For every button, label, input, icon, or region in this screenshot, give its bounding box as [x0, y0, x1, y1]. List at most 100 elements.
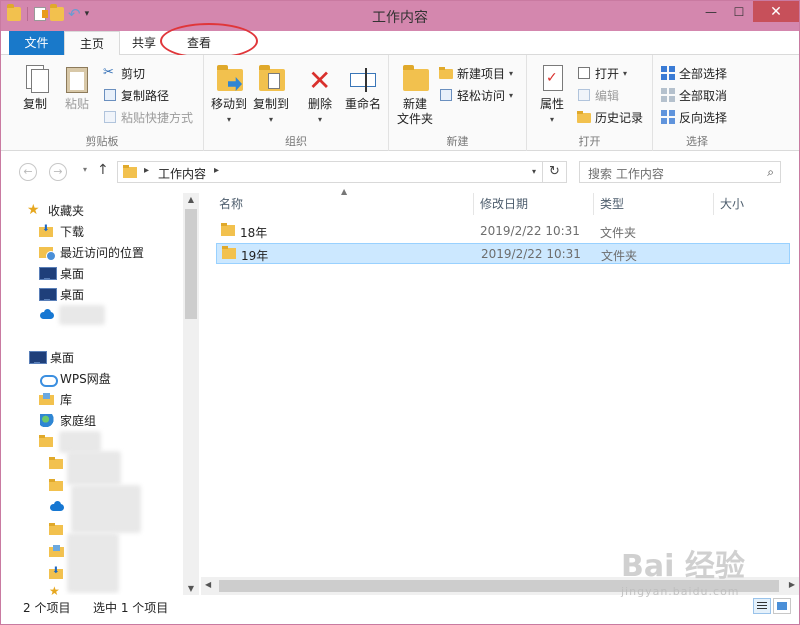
select-none-button[interactable]: 全部取消	[661, 85, 727, 105]
tree-label: 收藏夹	[48, 203, 85, 218]
invert-selection-button[interactable]: 反向选择	[661, 107, 727, 127]
delete-button[interactable]: ✕ 删除 ▾	[302, 63, 338, 127]
column-divider[interactable]	[593, 193, 594, 215]
scroll-left-icon[interactable]: ◀	[205, 580, 211, 589]
tree-label: 桌面	[50, 350, 75, 365]
copy-to-icon	[256, 63, 286, 95]
copy-path-button[interactable]: 复制路径	[103, 85, 169, 105]
title-bar: ↶ ▾ 工作内容 — ☐ ✕	[1, 1, 799, 31]
copy-label: 复制	[22, 97, 47, 111]
tab-home[interactable]: 主页	[64, 31, 120, 56]
tree-label: 桌面	[60, 266, 85, 281]
tree-library[interactable]: 库	[39, 389, 72, 409]
tree-user[interactable]	[39, 431, 60, 451]
close-button[interactable]: ✕	[753, 1, 799, 22]
star-icon: ★	[27, 202, 40, 218]
blurred-region	[67, 451, 121, 485]
watermark-text: Bai 经验	[621, 549, 745, 584]
tree-onedrive[interactable]	[39, 305, 60, 325]
copy-to-button[interactable]: 复制到 ▾	[250, 63, 292, 127]
window-title: 工作内容	[372, 10, 428, 26]
group-label-select: 选择	[686, 135, 708, 148]
rename-button[interactable]: 重命名	[342, 63, 384, 112]
recent-places-icon	[39, 245, 56, 261]
group-label-new: 新建	[446, 135, 469, 148]
column-header-name[interactable]: 名称	[219, 193, 243, 215]
scroll-right-icon[interactable]: ▶	[789, 580, 795, 589]
easy-access-dropdown-icon: ▾	[509, 90, 514, 100]
tree-sub-3[interactable]	[49, 497, 70, 517]
ribbon: 复制 粘贴 ✂ 剪切 复制路径 粘贴快捷方式 剪贴板 移动到 ▾ 复制到 ▾ ✕…	[1, 55, 799, 151]
chevron-right-icon[interactable]: ▸	[144, 165, 149, 176]
column-header-date[interactable]: 修改日期	[480, 193, 528, 215]
paste-shortcut-button[interactable]: 粘贴快捷方式	[103, 107, 193, 127]
open-label: 打开	[595, 66, 620, 81]
tree-desktop-2[interactable]: 桌面	[39, 284, 84, 304]
delete-dropdown-icon: ▾	[317, 115, 322, 124]
copy-path-icon	[103, 88, 117, 102]
scroll-down-icon[interactable]: ▼	[183, 584, 199, 593]
folder-icon	[39, 434, 55, 448]
table-row[interactable]: 18年 2019/2/22 10:31 文件夹	[216, 221, 790, 242]
paste-label: 粘贴	[64, 97, 89, 111]
tree-downloads[interactable]: 下载	[39, 221, 84, 241]
invert-selection-label: 反向选择	[679, 110, 728, 125]
copy-button[interactable]: 复制	[19, 63, 51, 112]
annotation-ellipse	[160, 23, 258, 59]
open-button[interactable]: 打开 ▾	[577, 63, 627, 83]
paste-button[interactable]: 粘贴	[61, 63, 93, 112]
column-divider[interactable]	[713, 193, 714, 215]
group-clipboard: 复制 粘贴 ✂ 剪切 复制路径 粘贴快捷方式 剪贴板	[1, 55, 204, 151]
search-icon[interactable]: ⌕	[767, 165, 774, 180]
file-list: ▲ 名称 修改日期 类型 大小 18年 2019/2/22 10:31 文件夹 …	[201, 187, 799, 595]
address-dropdown-icon[interactable]: ▾	[532, 167, 536, 176]
address-bar[interactable]: ▸ 工作内容 ▸ ▾ ↻	[117, 161, 567, 183]
documents-icon	[49, 544, 65, 558]
scroll-up-icon[interactable]: ▲	[183, 195, 199, 204]
back-button[interactable]: ←	[19, 163, 37, 181]
blurred-region	[71, 485, 141, 533]
selection-count: 选中 1 个项目	[93, 601, 169, 615]
group-select: 全部选择 全部取消 反向选择 选择	[653, 55, 741, 151]
table-row-selected[interactable]: 19年 2019/2/22 10:31 文件夹	[216, 243, 790, 264]
tree-recent[interactable]: 最近访问的位置	[39, 242, 144, 262]
history-button[interactable]: 历史记录	[577, 107, 643, 127]
breadcrumb-current[interactable]: 工作内容	[158, 165, 206, 182]
new-item-button[interactable]: 新建项目 ▾	[439, 63, 513, 83]
tab-file[interactable]: 文件	[9, 31, 64, 55]
properties-button[interactable]: 属性 ▾	[535, 63, 569, 127]
navigation-scrollbar[interactable]: ▲ ▼	[183, 193, 199, 595]
maximize-button[interactable]: ☐	[725, 1, 753, 22]
refresh-icon[interactable]: ↻	[542, 162, 566, 182]
group-label-clipboard: 剪贴板	[85, 135, 119, 148]
explorer-window: ↶ ▾ 工作内容 — ☐ ✕ 文件 主页 共享 查看 ⌄ ? 复制	[0, 0, 800, 625]
search-input[interactable]: 搜索 工作内容 ⌕	[579, 161, 781, 183]
column-divider[interactable]	[473, 193, 474, 215]
edit-label: 编辑	[595, 88, 620, 103]
rename-icon	[348, 63, 378, 95]
move-to-button[interactable]: 移动到 ▾	[208, 63, 250, 127]
forward-button[interactable]: →	[49, 163, 67, 181]
tree-wps[interactable]: WPS网盘	[39, 368, 111, 388]
select-all-icon	[661, 66, 675, 80]
cut-button[interactable]: ✂ 剪切	[103, 63, 145, 83]
tree-homegroup[interactable]: 家庭组	[39, 410, 96, 430]
desktop-icon	[39, 287, 57, 301]
recent-locations-dropdown-icon[interactable]: ▾	[83, 165, 87, 174]
tree-favorites[interactable]: ★ 收藏夹	[27, 200, 84, 220]
navigation-pane: ★ 收藏夹 下载 最近访问的位置 桌面 桌面 桌面 WPS网盘	[1, 193, 201, 598]
select-all-button[interactable]: 全部选择	[661, 63, 727, 83]
tree-desktop-root[interactable]: 桌面	[29, 347, 74, 367]
tree-desktop-1[interactable]: 桌面	[39, 263, 84, 283]
column-header-type[interactable]: 类型	[600, 193, 624, 215]
folder-icon	[49, 456, 65, 470]
scrollbar-thumb[interactable]	[185, 209, 197, 319]
new-folder-button[interactable]: 新建 文件夹	[395, 63, 435, 127]
minimize-button[interactable]: —	[697, 1, 725, 22]
easy-access-button[interactable]: 轻松访问 ▾	[439, 85, 513, 105]
select-none-label: 全部取消	[679, 88, 728, 103]
up-button[interactable]: ↑	[97, 162, 109, 178]
column-header-size[interactable]: 大小	[720, 193, 744, 215]
chevron-right-icon[interactable]: ▸	[214, 165, 219, 176]
edit-button[interactable]: 编辑	[577, 85, 619, 105]
